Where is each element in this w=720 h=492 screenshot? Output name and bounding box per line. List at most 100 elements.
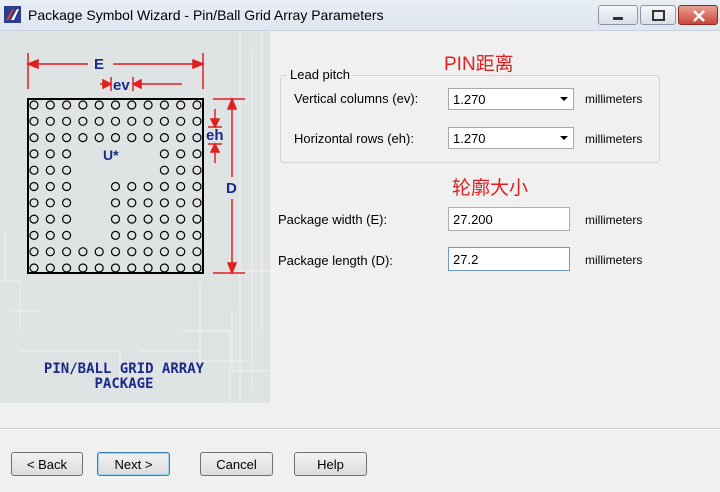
minimize-icon [613, 17, 623, 20]
ball-pad [127, 214, 137, 224]
ball-pad [176, 198, 186, 208]
ball-pad [159, 230, 169, 240]
ball-pad [78, 116, 88, 126]
ball-pad [29, 214, 39, 224]
bga-diagram: E ev eh D U* PIN/BALL GRID ARRAY PACKAGE [0, 31, 270, 403]
ball-pad [127, 230, 137, 240]
ball-pad [110, 263, 121, 273]
ball-pad [45, 214, 55, 224]
horizontal-rows-combo[interactable]: 1.270 [448, 127, 574, 149]
ball-pad [143, 181, 153, 192]
ball-pad [94, 263, 104, 273]
ball-pad [110, 181, 121, 192]
ball-pad [61, 214, 72, 224]
chevron-down-icon[interactable] [555, 89, 573, 109]
dimension-label-ev: ev [113, 77, 130, 94]
package-width-label: Package width (E): [278, 212, 388, 227]
chevron-down-icon[interactable] [555, 128, 573, 148]
back-button[interactable]: < Back [11, 452, 83, 476]
ball-pad [192, 198, 202, 208]
ball-pad [192, 149, 202, 159]
ball-pad [110, 198, 121, 208]
maximize-button[interactable] [640, 5, 676, 25]
ball-pad [110, 100, 121, 110]
vertical-columns-label: Vertical columns (ev): [294, 91, 419, 106]
ball-pad [110, 132, 121, 143]
ball-pad [127, 247, 137, 257]
ball-pad [45, 247, 55, 257]
ball-pad [94, 132, 104, 143]
ball-pad [45, 149, 55, 159]
ball-pad [29, 230, 39, 240]
ball-pad [176, 149, 186, 159]
package-width-input[interactable] [448, 207, 570, 231]
ball-pad [29, 165, 39, 175]
ball-pad [29, 116, 39, 126]
ball-pad [29, 132, 39, 143]
ball-pad [61, 263, 72, 273]
ball-pad [78, 263, 88, 273]
ball-pad [192, 181, 202, 192]
ball-pad [45, 165, 55, 175]
ball-pad [61, 116, 72, 126]
refdes-label: U* [103, 147, 119, 163]
package-width-unit: millimeters [585, 213, 643, 227]
ball-pad [176, 132, 186, 143]
ball-pad [127, 263, 137, 273]
ball-pad [61, 230, 72, 240]
ball-pad [143, 116, 153, 126]
ball-pad [110, 230, 121, 240]
ball-pad [127, 181, 137, 192]
lead-pitch-group-label: Lead pitch [287, 67, 353, 82]
ball-pad [127, 198, 137, 208]
package-length-input[interactable] [448, 247, 570, 271]
vertical-columns-combo[interactable]: 1.270 [448, 88, 574, 110]
ball-pad [61, 149, 72, 159]
ball-pad [176, 247, 186, 257]
ball-pad [29, 181, 39, 192]
ball-pad [143, 198, 153, 208]
button-separator [0, 428, 720, 430]
ball-pad [159, 149, 169, 159]
ball-pad [110, 247, 121, 257]
dimension-label-eh: eh [206, 127, 224, 144]
ball-pad [159, 214, 169, 224]
ball-pad [143, 263, 153, 273]
annotation-pin-distance: PIN距离 [444, 54, 514, 75]
cancel-button[interactable]: Cancel [200, 452, 273, 476]
ball-pad [29, 149, 39, 159]
ball-pad [159, 198, 169, 208]
help-button[interactable]: Help [294, 452, 367, 476]
ball-pad [29, 100, 39, 110]
ball-pad [159, 132, 169, 143]
ball-pad [192, 100, 202, 110]
ball-pad [61, 181, 72, 192]
wizard-app-icon [4, 6, 21, 23]
ball-pad [143, 230, 153, 240]
package-caption-line1: PIN/BALL GRID ARRAY [44, 361, 205, 377]
ball-pad [45, 263, 55, 273]
vertical-columns-unit: millimeters [585, 92, 643, 106]
ball-pad [192, 230, 202, 240]
ball-pad [78, 247, 88, 257]
ball-pad [143, 247, 153, 257]
ball-pad [159, 247, 169, 257]
ball-pad [159, 165, 169, 175]
ball-pad [159, 100, 169, 110]
ball-pad [61, 165, 72, 175]
ball-pad [192, 165, 202, 175]
ball-pad [94, 100, 104, 110]
package-length-unit: millimeters [585, 253, 643, 267]
ball-pad [94, 247, 104, 257]
ball-pad [110, 214, 121, 224]
window-title: Package Symbol Wizard - Pin/Ball Grid Ar… [28, 7, 384, 23]
ball-pad [192, 214, 202, 224]
close-button[interactable] [678, 5, 718, 25]
next-button[interactable]: Next > [97, 452, 170, 476]
ball-pad [45, 230, 55, 240]
ball-pad [127, 100, 137, 110]
ball-pad [159, 116, 169, 126]
ball-pad [143, 100, 153, 110]
bga-package-graphic: E ev eh D U* PIN/BALL GRID ARRAY PACKAGE [0, 31, 270, 403]
minimize-button[interactable] [598, 5, 638, 25]
